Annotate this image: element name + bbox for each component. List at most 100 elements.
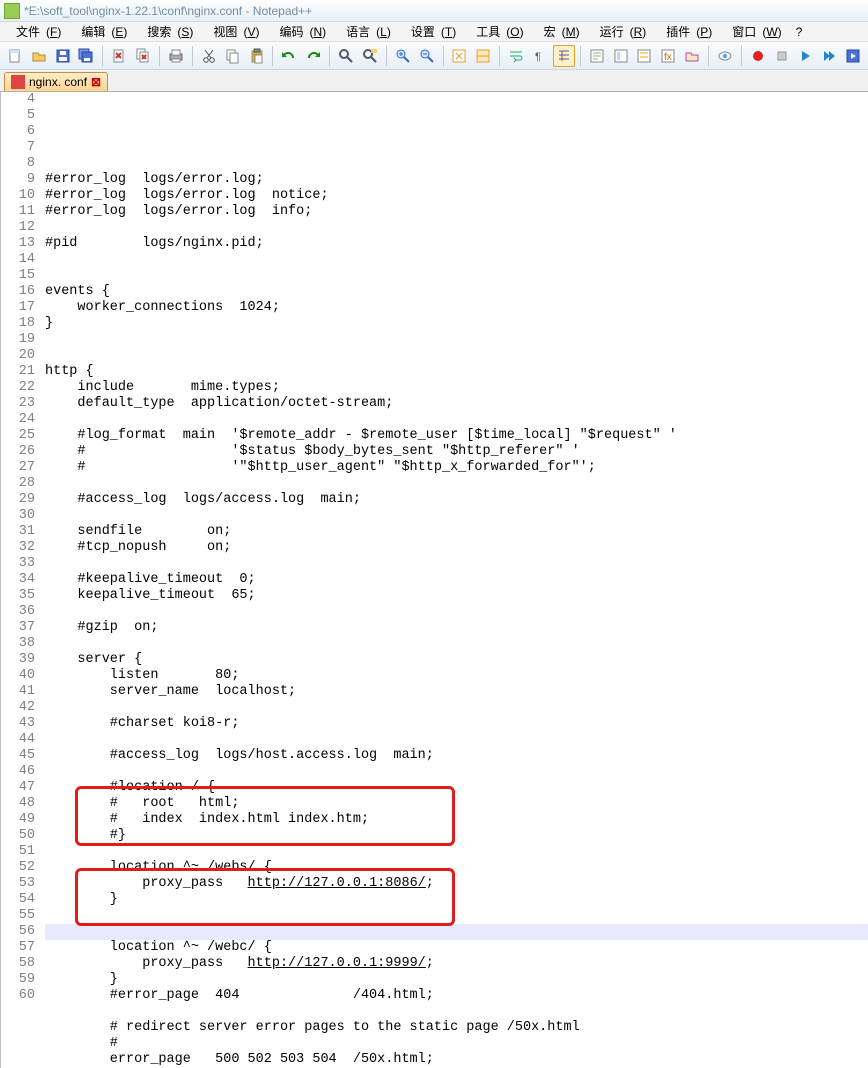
- wordwrap-icon[interactable]: [505, 45, 527, 67]
- code-line[interactable]: #error_page 404 /404.html;: [45, 988, 868, 1004]
- show-all-chars-icon[interactable]: ¶: [529, 45, 551, 67]
- code-content[interactable]: #error_log logs/error.log;#error_log log…: [45, 92, 868, 1068]
- code-line[interactable]: [45, 764, 868, 780]
- menu-view[interactable]: 视图(V): [201, 22, 265, 41]
- code-line[interactable]: [45, 636, 868, 652]
- redo-icon[interactable]: [302, 45, 324, 67]
- code-line[interactable]: [45, 476, 868, 492]
- print-icon[interactable]: [165, 45, 187, 67]
- close-all-icon[interactable]: [132, 45, 154, 67]
- code-line[interactable]: [45, 908, 868, 924]
- code-line[interactable]: #error_log logs/error.log notice;: [45, 188, 868, 204]
- play-multiple-icon[interactable]: [818, 45, 840, 67]
- code-line[interactable]: # '"$http_user_agent" "$http_x_forwarded…: [45, 460, 868, 476]
- sync-h-icon[interactable]: [472, 45, 494, 67]
- menu-window[interactable]: 窗口(W): [720, 22, 787, 41]
- menu-help[interactable]: ?: [790, 24, 809, 40]
- code-line[interactable]: proxy_pass http://127.0.0.1:8086/;: [45, 876, 868, 892]
- code-line[interactable]: #tcp_nopush on;: [45, 540, 868, 556]
- menu-search[interactable]: 搜索(S): [135, 22, 199, 41]
- udl-icon[interactable]: [586, 45, 608, 67]
- menu-tools[interactable]: 工具(O): [464, 22, 529, 41]
- menu-encoding[interactable]: 编码(N): [267, 22, 332, 41]
- doc-list-icon[interactable]: [633, 45, 655, 67]
- code-line[interactable]: keepalive_timeout 65;: [45, 588, 868, 604]
- folder-as-workspace-icon[interactable]: [681, 45, 703, 67]
- zoom-in-icon[interactable]: [392, 45, 414, 67]
- code-line[interactable]: default_type application/octet-stream;: [45, 396, 868, 412]
- code-line[interactable]: }: [45, 316, 868, 332]
- code-line[interactable]: #charset koi8-r;: [45, 716, 868, 732]
- menu-language[interactable]: 语言(L): [334, 22, 397, 41]
- save-icon[interactable]: [52, 45, 74, 67]
- code-line[interactable]: [45, 332, 868, 348]
- menu-macro[interactable]: 宏(M): [532, 22, 586, 41]
- code-line[interactable]: #location / {: [45, 780, 868, 796]
- open-file-icon[interactable]: [28, 45, 50, 67]
- paste-icon[interactable]: [246, 45, 268, 67]
- code-line[interactable]: #keepalive_timeout 0;: [45, 572, 868, 588]
- code-line[interactable]: server {: [45, 652, 868, 668]
- code-line[interactable]: [45, 844, 868, 860]
- code-line[interactable]: # '$status $body_bytes_sent "$http_refer…: [45, 444, 868, 460]
- code-line[interactable]: include mime.types;: [45, 380, 868, 396]
- code-line[interactable]: #}: [45, 828, 868, 844]
- url-link[interactable]: http://127.0.0.1:8086/: [248, 876, 426, 891]
- zoom-out-icon[interactable]: [416, 45, 438, 67]
- code-line[interactable]: error_page 500 502 503 504 /50x.html;: [45, 1052, 868, 1068]
- sync-v-icon[interactable]: [449, 45, 471, 67]
- code-line[interactable]: #gzip on;: [45, 620, 868, 636]
- code-line[interactable]: #: [45, 1036, 868, 1052]
- code-line[interactable]: [45, 348, 868, 364]
- indent-guide-icon[interactable]: [553, 45, 575, 67]
- code-line[interactable]: }: [45, 892, 868, 908]
- code-line[interactable]: [45, 700, 868, 716]
- save-all-icon[interactable]: [76, 45, 98, 67]
- menu-edit[interactable]: 编辑(E): [69, 22, 133, 41]
- find-icon[interactable]: [335, 45, 357, 67]
- code-line[interactable]: [45, 604, 868, 620]
- code-line[interactable]: [45, 220, 868, 236]
- replace-icon[interactable]: [359, 45, 381, 67]
- url-link[interactable]: http://127.0.0.1:9999/: [248, 956, 426, 971]
- code-line[interactable]: server_name localhost;: [45, 684, 868, 700]
- menu-plugins[interactable]: 插件(P): [654, 22, 718, 41]
- code-line[interactable]: [45, 556, 868, 572]
- code-line[interactable]: [45, 412, 868, 428]
- monitor-icon[interactable]: [714, 45, 736, 67]
- code-line[interactable]: [45, 508, 868, 524]
- code-line[interactable]: #error_log logs/error.log info;: [45, 204, 868, 220]
- tab-active[interactable]: nginx. conf ⊠: [4, 72, 108, 91]
- function-list-icon[interactable]: fx: [657, 45, 679, 67]
- code-line[interactable]: listen 80;: [45, 668, 868, 684]
- code-line[interactable]: [45, 732, 868, 748]
- menu-settings[interactable]: 设置(T): [399, 22, 462, 41]
- code-line[interactable]: }: [45, 972, 868, 988]
- save-macro-icon[interactable]: [842, 45, 864, 67]
- tab-close-icon[interactable]: ⊠: [91, 75, 101, 89]
- editor-area[interactable]: 4567891011121314151617181920212223242526…: [0, 92, 868, 1068]
- doc-map-icon[interactable]: [610, 45, 632, 67]
- record-macro-icon[interactable]: [747, 45, 769, 67]
- code-line[interactable]: events {: [45, 284, 868, 300]
- menu-run[interactable]: 运行(R): [588, 22, 653, 41]
- code-line[interactable]: # root html;: [45, 796, 868, 812]
- undo-icon[interactable]: [278, 45, 300, 67]
- code-line[interactable]: #error_log logs/error.log;: [45, 172, 868, 188]
- stop-macro-icon[interactable]: [771, 45, 793, 67]
- close-file-icon[interactable]: [108, 45, 130, 67]
- new-file-icon[interactable]: [4, 45, 26, 67]
- menu-file[interactable]: 文件(F): [4, 22, 67, 41]
- code-line[interactable]: # redirect server error pages to the sta…: [45, 1020, 868, 1036]
- code-line[interactable]: [45, 268, 868, 284]
- code-line[interactable]: worker_connections 1024;: [45, 300, 868, 316]
- code-line[interactable]: [45, 156, 868, 172]
- code-line[interactable]: http {: [45, 364, 868, 380]
- code-line[interactable]: #log_format main '$remote_addr - $remote…: [45, 428, 868, 444]
- cut-icon[interactable]: [198, 45, 220, 67]
- code-line[interactable]: #access_log logs/access.log main;: [45, 492, 868, 508]
- code-line[interactable]: proxy_pass http://127.0.0.1:9999/;: [45, 956, 868, 972]
- code-line[interactable]: [45, 924, 868, 940]
- code-line[interactable]: location ^~ /webs/ {: [45, 860, 868, 876]
- code-line[interactable]: #pid logs/nginx.pid;: [45, 236, 868, 252]
